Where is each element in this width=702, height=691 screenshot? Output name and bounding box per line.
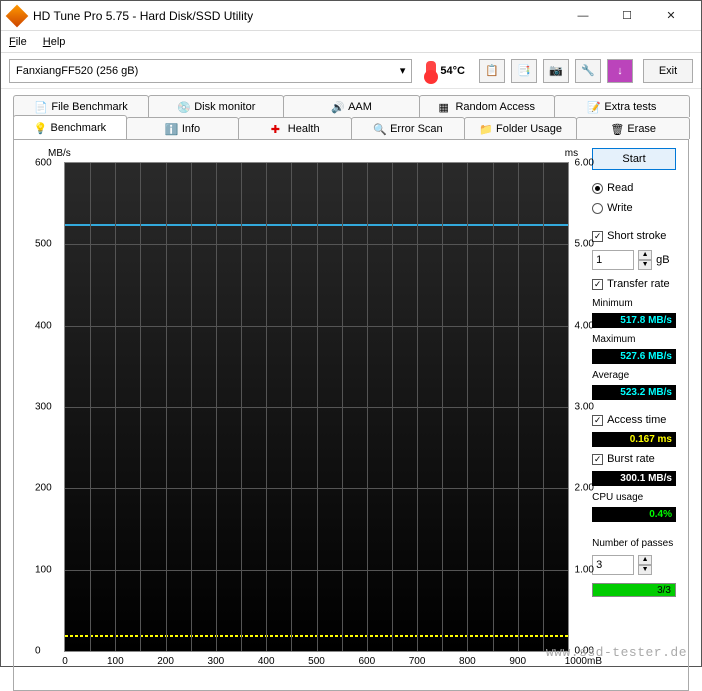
benchmark-icon: 💡 <box>34 122 46 134</box>
progress-text: 3/3 <box>657 584 671 598</box>
passes-label: Number of passes <box>592 538 676 549</box>
start-button[interactable]: Start <box>592 148 676 170</box>
tab-row-bottom: 💡Benchmark ℹ️Info ✚Health 🔍Error Scan 📁F… <box>1 117 701 139</box>
window-title: HD Tune Pro 5.75 - Hard Disk/SSD Utility <box>33 9 561 23</box>
minimize-button[interactable]: — <box>561 2 605 30</box>
watermark: www.ssd-tester.de <box>546 645 687 660</box>
menubar: File Help <box>1 31 701 53</box>
close-button[interactable]: ✕ <box>649 2 693 30</box>
titlebar: HD Tune Pro 5.75 - Hard Disk/SSD Utility… <box>1 1 701 31</box>
short-stroke-check[interactable]: ✓Short stroke <box>592 228 676 244</box>
tab-health[interactable]: ✚Health <box>238 117 352 139</box>
average-value: 523.2 MB/s <box>592 385 676 400</box>
passes-spinner[interactable]: ▲▼ <box>592 555 676 575</box>
settings-icon[interactable]: 🔧 <box>575 59 601 83</box>
transfer-rate-check[interactable]: ✓Transfer rate <box>592 276 676 292</box>
tab-row-top: 📄File Benchmark 💿Disk monitor 🔊AAM ▦Rand… <box>1 95 701 117</box>
tab-erase[interactable]: 🗑Erase <box>576 117 690 139</box>
copy-all-icon[interactable]: 📑 <box>511 59 537 83</box>
screenshot-icon[interactable]: 📷 <box>543 59 569 83</box>
erase-icon: 🗑 <box>610 123 622 135</box>
short-stroke-input[interactable] <box>592 250 634 270</box>
aam-icon: 🔊 <box>331 101 343 113</box>
drive-select[interactable]: FanxiangFF520 (256 gB) ▾ <box>9 59 412 83</box>
menu-help[interactable]: Help <box>43 36 66 48</box>
tab-info[interactable]: ℹ️Info <box>126 117 240 139</box>
error-scan-icon: 🔍 <box>373 123 385 135</box>
read-radio[interactable]: Read <box>592 180 676 196</box>
window-buttons: — ☐ ✕ <box>561 2 693 30</box>
tab-random-access[interactable]: ▦Random Access <box>419 95 555 117</box>
burst-rate-check[interactable]: ✓Burst rate <box>592 451 676 467</box>
tab-folder-usage[interactable]: 📁Folder Usage <box>464 117 578 139</box>
short-stroke-spinner[interactable]: ▲▼ gB <box>592 250 676 270</box>
content-panel: MB/s ms 1000mB 6006.005005.004004.003003… <box>13 139 689 691</box>
chart-area: MB/s ms 1000mB 6006.005005.004004.003003… <box>26 148 582 678</box>
maximum-value: 527.6 MB/s <box>592 349 676 364</box>
thermometer-icon <box>426 61 436 81</box>
temperature-value: 54°C <box>440 65 465 77</box>
benchmark-plot: 1000mB 6006.005005.004004.003003.002002.… <box>64 162 569 652</box>
spinner-buttons[interactable]: ▲▼ <box>638 250 652 270</box>
access-time-check[interactable]: ✓Access time <box>592 412 676 428</box>
extra-tests-icon: 📝 <box>587 101 599 113</box>
tab-error-scan[interactable]: 🔍Error Scan <box>351 117 465 139</box>
maximize-button[interactable]: ☐ <box>605 2 649 30</box>
menu-file[interactable]: File <box>9 36 27 48</box>
save-icon[interactable]: ↓ <box>607 59 633 83</box>
random-access-icon: ▦ <box>438 101 450 113</box>
maximum-label: Maximum <box>592 334 676 345</box>
toolbar: FanxiangFF520 (256 gB) ▾ 54°C 📋 📑 📷 🔧 ↓ … <box>1 53 701 89</box>
folder-usage-icon: 📁 <box>479 123 491 135</box>
cpu-usage-value: 0.4% <box>592 507 676 522</box>
minimum-label: Minimum <box>592 298 676 309</box>
progress-bar: 3/3 <box>592 583 676 597</box>
tab-benchmark[interactable]: 💡Benchmark <box>13 115 127 139</box>
temperature-display: 54°C <box>418 61 473 81</box>
info-icon: ℹ️ <box>165 123 177 135</box>
tab-disk-monitor[interactable]: 💿Disk monitor <box>148 95 284 117</box>
drive-select-value: FanxiangFF520 (256 gB) <box>16 65 138 77</box>
burst-rate-value: 300.1 MB/s <box>592 471 676 486</box>
health-icon: ✚ <box>271 123 283 135</box>
chevron-down-icon: ▾ <box>400 64 406 77</box>
average-label: Average <box>592 370 676 381</box>
write-radio[interactable]: Write <box>592 200 676 216</box>
sidebar-panel: Start Read Write ✓Short stroke ▲▼ gB ✓Tr… <box>582 148 676 678</box>
minimum-value: 517.8 MB/s <box>592 313 676 328</box>
spinner-buttons[interactable]: ▲▼ <box>638 555 652 575</box>
exit-button[interactable]: Exit <box>643 59 693 83</box>
access-time-value: 0.167 ms <box>592 432 676 447</box>
cpu-usage-label: CPU usage <box>592 492 676 503</box>
tab-aam[interactable]: 🔊AAM <box>283 95 419 117</box>
tab-file-benchmark[interactable]: 📄File Benchmark <box>13 95 149 117</box>
copy-icon[interactable]: 📋 <box>479 59 505 83</box>
app-icon <box>6 4 29 27</box>
tab-extra-tests[interactable]: 📝Extra tests <box>554 95 690 117</box>
passes-input[interactable] <box>592 555 634 575</box>
disk-monitor-icon: 💿 <box>177 101 189 113</box>
file-benchmark-icon: 📄 <box>34 101 46 113</box>
